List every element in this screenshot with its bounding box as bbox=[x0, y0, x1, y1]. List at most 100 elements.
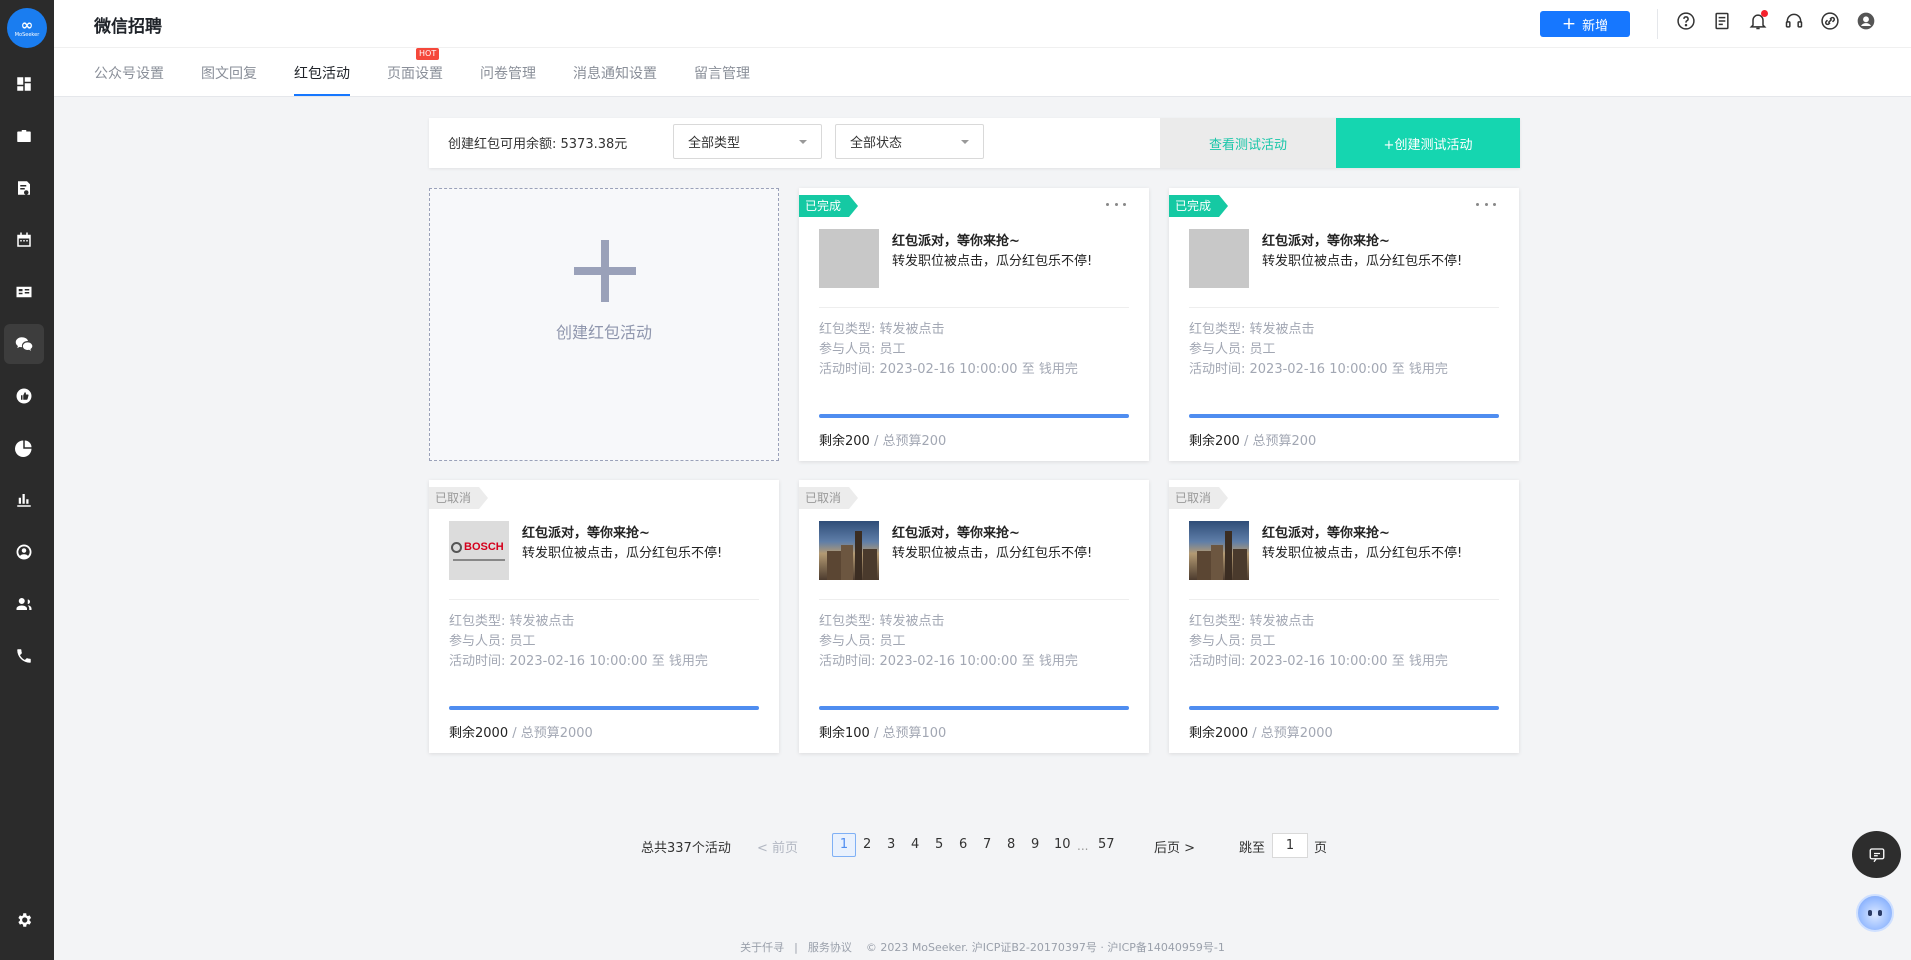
active-tab-indicator bbox=[294, 94, 350, 96]
activity-title: 红包派对，等你来抢~ bbox=[1262, 234, 1390, 249]
team-icon[interactable] bbox=[4, 584, 44, 624]
page-button-last[interactable]: 57 bbox=[1098, 837, 1115, 852]
create-red-packet-card[interactable]: 创建红包活动 bbox=[429, 188, 779, 461]
budget-progress-fill bbox=[819, 414, 1129, 418]
packet-type: 红包类型: 转发被点击 bbox=[1189, 322, 1315, 337]
tab-page-settings[interactable]: 页面设置 bbox=[387, 63, 443, 83]
status-select-value: 全部状态 bbox=[850, 136, 903, 151]
add-new-button[interactable]: + 新增 bbox=[1540, 11, 1630, 37]
tabs-divider bbox=[54, 47, 1911, 48]
tab-account-settings[interactable]: 公众号设置 bbox=[94, 63, 164, 83]
activity-card[interactable]: 已完成 红包派对，等你来抢~ 转发职位被点击，瓜分红包乐不停! 红包类型: 转发… bbox=[799, 188, 1149, 461]
footer-separator: | bbox=[794, 941, 798, 954]
tab-article-reply[interactable]: 图文回复 bbox=[201, 63, 257, 83]
page-button-9[interactable]: 9 bbox=[1031, 837, 1039, 852]
activity-time: 活动时间: 2023-02-16 10:00:00 至 钱用完 bbox=[1189, 362, 1448, 377]
jump-page-input[interactable] bbox=[1272, 833, 1308, 858]
status-badge: 已完成 bbox=[799, 195, 859, 217]
user-avatar-icon[interactable] bbox=[1855, 10, 1877, 32]
briefcase-icon[interactable] bbox=[4, 116, 44, 156]
resume-icon[interactable] bbox=[4, 168, 44, 208]
budget-remaining: 剩余200 / 总预算200 bbox=[819, 430, 946, 449]
page-button-5[interactable]: 5 bbox=[935, 837, 943, 852]
moseeker-logo[interactable]: ∞ MoSeeker bbox=[7, 8, 47, 48]
create-red-packet-label: 创建红包活动 bbox=[555, 323, 652, 342]
activity-thumbnail bbox=[819, 229, 879, 288]
logo-mark: ∞ bbox=[20, 16, 34, 34]
more-options-icon[interactable] bbox=[1476, 198, 1496, 210]
phone-icon[interactable] bbox=[4, 636, 44, 676]
id-card-icon[interactable] bbox=[4, 272, 44, 312]
settings-icon[interactable] bbox=[4, 900, 44, 940]
notification-dot bbox=[1761, 10, 1768, 17]
tab-survey[interactable]: 问卷管理 bbox=[480, 63, 536, 83]
activity-card[interactable]: 已完成 红包派对，等你来抢~ 转发职位被点击，瓜分红包乐不停! 红包类型: 转发… bbox=[1169, 188, 1519, 461]
budget-remaining: 剩余200 / 总预算200 bbox=[1189, 430, 1316, 449]
thumbnail-brand-text: BOSCH bbox=[464, 541, 504, 553]
type-select-value: 全部类型 bbox=[688, 136, 741, 151]
bell-icon[interactable] bbox=[1747, 10, 1769, 32]
card-divider bbox=[1189, 307, 1499, 308]
budget-progress-fill bbox=[1189, 414, 1499, 418]
top-header: 微信招聘 + 新增 公众号设置 图文回复 红包活动 页面设置 HOT 问卷管理 … bbox=[54, 0, 1911, 97]
bot-eye bbox=[1878, 910, 1882, 916]
page-button-8[interactable]: 8 bbox=[1007, 837, 1015, 852]
total-budget: / 总预算200 bbox=[1239, 434, 1317, 449]
total-budget: / 总预算200 bbox=[869, 434, 947, 449]
activity-subtitle: 转发职位被点击，瓜分红包乐不停! bbox=[892, 254, 1093, 269]
status-badge: 已取消 bbox=[1169, 487, 1229, 509]
activity-card[interactable]: 已取消 BOSCH 红包派对，等你来抢~ 转发职位被点击，瓜分红包乐不停! 红包… bbox=[429, 480, 779, 753]
activity-thumbnail bbox=[1189, 229, 1249, 288]
calendar-icon[interactable] bbox=[4, 220, 44, 260]
view-test-activities-button[interactable]: 查看测试活动 bbox=[1160, 118, 1336, 168]
activity-card[interactable]: 已取消 红包派对，等你来抢~ 转发职位被点击，瓜分红包乐不停! 红包类型: 转发… bbox=[1169, 480, 1519, 753]
budget-progress-bar bbox=[819, 706, 1129, 710]
page-button-3[interactable]: 3 bbox=[887, 837, 895, 852]
left-sidebar: ∞ MoSeeker bbox=[0, 0, 54, 960]
chat-support-button[interactable] bbox=[1852, 831, 1901, 878]
document-icon[interactable] bbox=[1711, 10, 1733, 32]
terms-link[interactable]: 服务协议 bbox=[808, 941, 852, 954]
person-circle-icon[interactable] bbox=[4, 532, 44, 572]
bar-chart-icon[interactable] bbox=[4, 480, 44, 520]
help-icon[interactable] bbox=[1675, 10, 1697, 32]
page-button-7[interactable]: 7 bbox=[983, 837, 991, 852]
page-label: 页 bbox=[1314, 841, 1328, 856]
remaining-amount: 剩余200 bbox=[1189, 434, 1240, 449]
headset-icon[interactable] bbox=[1783, 10, 1805, 32]
remaining-amount: 剩余2000 bbox=[1189, 726, 1249, 741]
total-budget: / 总预算100 bbox=[869, 726, 947, 741]
wechat-icon[interactable] bbox=[4, 324, 44, 364]
next-page-button[interactable]: 后页 > bbox=[1154, 837, 1195, 856]
link-icon[interactable] bbox=[1819, 10, 1841, 32]
footer: 关于仟寻 | 服务协议 © 2023 MoSeeker. 沪ICP证B2-20170… bbox=[54, 939, 1911, 955]
page-button-1[interactable]: 1 bbox=[832, 833, 856, 857]
more-options-icon[interactable] bbox=[1106, 198, 1126, 210]
bot-eye bbox=[1868, 910, 1872, 916]
page-button-6[interactable]: 6 bbox=[959, 837, 967, 852]
thumb-up-icon[interactable] bbox=[4, 376, 44, 416]
activity-thumbnail bbox=[819, 521, 879, 580]
budget-progress-bar bbox=[1189, 706, 1499, 710]
create-test-activity-button[interactable]: +创建测试活动 bbox=[1336, 118, 1520, 168]
about-link[interactable]: 关于仟寻 bbox=[740, 941, 784, 954]
thumbnail-caption-line bbox=[453, 559, 505, 561]
prev-page-button[interactable]: < 前页 bbox=[757, 837, 798, 856]
remaining-amount: 剩余2000 bbox=[449, 726, 509, 741]
page-button-10[interactable]: 10 bbox=[1054, 837, 1071, 852]
tab-red-packet[interactable]: 红包活动 bbox=[294, 63, 350, 83]
status-select[interactable]: 全部状态 bbox=[835, 124, 984, 159]
page-button-2[interactable]: 2 bbox=[863, 837, 871, 852]
budget-progress-bar bbox=[1189, 414, 1499, 418]
page-button-4[interactable]: 4 bbox=[911, 837, 919, 852]
participants: 参与人员: 员工 bbox=[819, 342, 906, 357]
activity-card[interactable]: 已取消 红包派对，等你来抢~ 转发职位被点击，瓜分红包乐不停! 红包类型: 转发… bbox=[799, 480, 1149, 753]
type-select[interactable]: 全部类型 bbox=[673, 124, 822, 159]
tab-notification-settings[interactable]: 消息通知设置 bbox=[573, 63, 657, 83]
pie-chart-icon[interactable] bbox=[4, 428, 44, 468]
tab-message-management[interactable]: 留言管理 bbox=[694, 63, 750, 83]
dashboard-icon[interactable] bbox=[4, 64, 44, 104]
packet-type: 红包类型: 转发被点击 bbox=[449, 614, 575, 629]
hot-badge: HOT bbox=[416, 48, 440, 60]
assistant-bot-button[interactable] bbox=[1856, 894, 1894, 932]
